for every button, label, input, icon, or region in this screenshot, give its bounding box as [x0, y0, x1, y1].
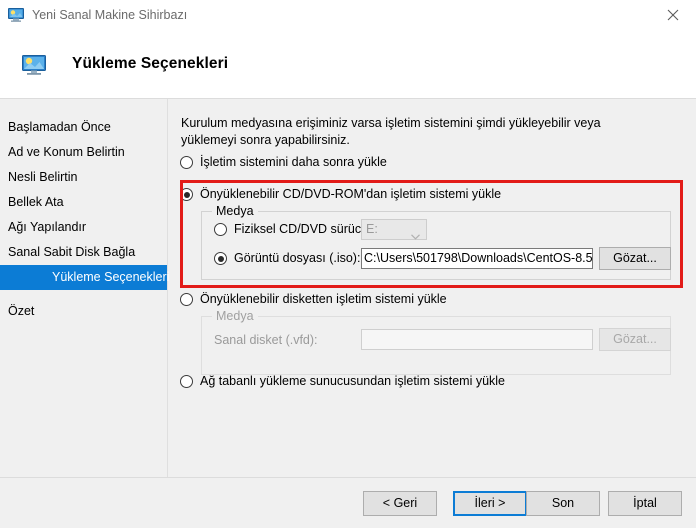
- sidebar-item-nesli-belirtin[interactable]: Nesli Belirtin: [0, 165, 167, 190]
- next-button[interactable]: İleri >: [453, 491, 527, 516]
- radio-indicator: [180, 156, 193, 169]
- sidebar-item-label: Nesli Belirtin: [8, 170, 78, 184]
- sidebar-item-label: Yükleme Seçenekleri: [52, 270, 170, 284]
- browse-iso-button[interactable]: Gözat...: [599, 247, 671, 270]
- wizard-content: Kurulum medyasına erişiminiz varsa işlet…: [169, 99, 696, 477]
- radio-install-later[interactable]: İşletim sistemini daha sonra yükle: [180, 155, 387, 170]
- sidebar-item-label: Ağı Yapılandır: [8, 220, 87, 234]
- chevron-down-icon: [411, 227, 420, 246]
- radio-install-from-floppy[interactable]: Önyüklenebilir disketten işletim sistemi…: [180, 292, 447, 307]
- sidebar-item-baslamadan-once[interactable]: Başlamadan Önce: [0, 115, 167, 140]
- title-bar: Yeni Sanal Makine Sihirbazı: [0, 0, 696, 30]
- radio-indicator: [180, 375, 193, 388]
- sidebar-item-label: Özet: [8, 304, 35, 318]
- radio-install-from-network[interactable]: Ağ tabanlı yükleme sunucusundan işletim …: [180, 374, 505, 389]
- radio-install-later-label: İşletim sistemini daha sonra yükle: [200, 155, 387, 169]
- intro-text: Kurulum medyasına erişiminiz varsa işlet…: [181, 116, 601, 147]
- physical-drive-value: E:: [366, 222, 378, 236]
- virtual-machine-monitor-icon: [18, 48, 50, 80]
- radio-install-from-cd[interactable]: Önyüklenebilir CD/DVD-ROM'dan işletim si…: [180, 187, 501, 202]
- sidebar-item-label: Sanal Sabit Disk Bağla: [8, 245, 136, 259]
- sidebar-item-agi-yapilandir[interactable]: Ağı Yapılandır: [0, 215, 167, 240]
- media-group-cd-title: Medya: [212, 204, 258, 218]
- radio-physical-drive[interactable]: Fiziksel CD/DVD sürücüsü:: [214, 222, 385, 237]
- sidebar-item-label: Bellek Ata: [8, 195, 64, 209]
- sidebar-item-label: Ad ve Konum Belirtin: [8, 145, 125, 159]
- sidebar-item-sanal-sabit-disk[interactable]: Sanal Sabit Disk Bağla: [0, 240, 167, 265]
- vfd-label: Sanal disket (.vfd):: [214, 333, 318, 347]
- close-icon[interactable]: [650, 0, 696, 30]
- virtual-machine-monitor-icon: [8, 7, 24, 23]
- radio-image-file[interactable]: Görüntü dosyası (.iso):: [214, 251, 360, 266]
- vfd-path-input: [361, 329, 593, 350]
- finish-button[interactable]: Son: [526, 491, 600, 516]
- sidebar-item-ozet[interactable]: Özet: [0, 299, 167, 324]
- radio-install-from-cd-label: Önyüklenebilir CD/DVD-ROM'dan işletim si…: [200, 187, 502, 201]
- sidebar-item-bellek-ata[interactable]: Bellek Ata: [0, 190, 167, 215]
- radio-install-from-floppy-label: Önyüklenebilir disketten işletim sistemi…: [200, 292, 447, 306]
- radio-indicator: [180, 188, 193, 201]
- cancel-button[interactable]: İptal: [608, 491, 682, 516]
- media-group-floppy-title: Medya: [212, 309, 258, 323]
- page-title: Yükleme Seçenekleri: [72, 55, 229, 72]
- radio-indicator: [180, 293, 193, 306]
- iso-path-input[interactable]: C:\Users\501798\Downloads\CentOS-8.5.211: [361, 248, 593, 269]
- iso-path-value: C:\Users\501798\Downloads\CentOS-8.5.211: [364, 251, 593, 265]
- radio-image-file-label: Görüntü dosyası (.iso):: [234, 251, 361, 265]
- physical-drive-select[interactable]: E:: [361, 219, 427, 240]
- wizard-steps-sidebar: Başlamadan Önce Ad ve Konum Belirtin Nes…: [0, 99, 170, 477]
- radio-indicator: [214, 223, 227, 236]
- back-button[interactable]: < Geri: [363, 491, 437, 516]
- sidebar-item-label: Başlamadan Önce: [8, 120, 111, 134]
- page-header: Yükleme Seçenekleri: [0, 30, 696, 99]
- window-title: Yeni Sanal Makine Sihirbazı: [32, 8, 188, 22]
- wizard-footer: < Geri İleri > Son İptal: [0, 477, 696, 528]
- wizard-body: Başlamadan Önce Ad ve Konum Belirtin Nes…: [0, 99, 696, 477]
- radio-indicator: [214, 252, 227, 265]
- radio-install-from-network-label: Ağ tabanlı yükleme sunucusundan işletim …: [200, 374, 506, 388]
- browse-vfd-button: Gözat...: [599, 328, 671, 351]
- sidebar-item-ad-ve-konum[interactable]: Ad ve Konum Belirtin: [0, 140, 167, 165]
- sidebar-item-yukleme-secenekleri[interactable]: Yükleme Seçenekleri: [0, 265, 170, 290]
